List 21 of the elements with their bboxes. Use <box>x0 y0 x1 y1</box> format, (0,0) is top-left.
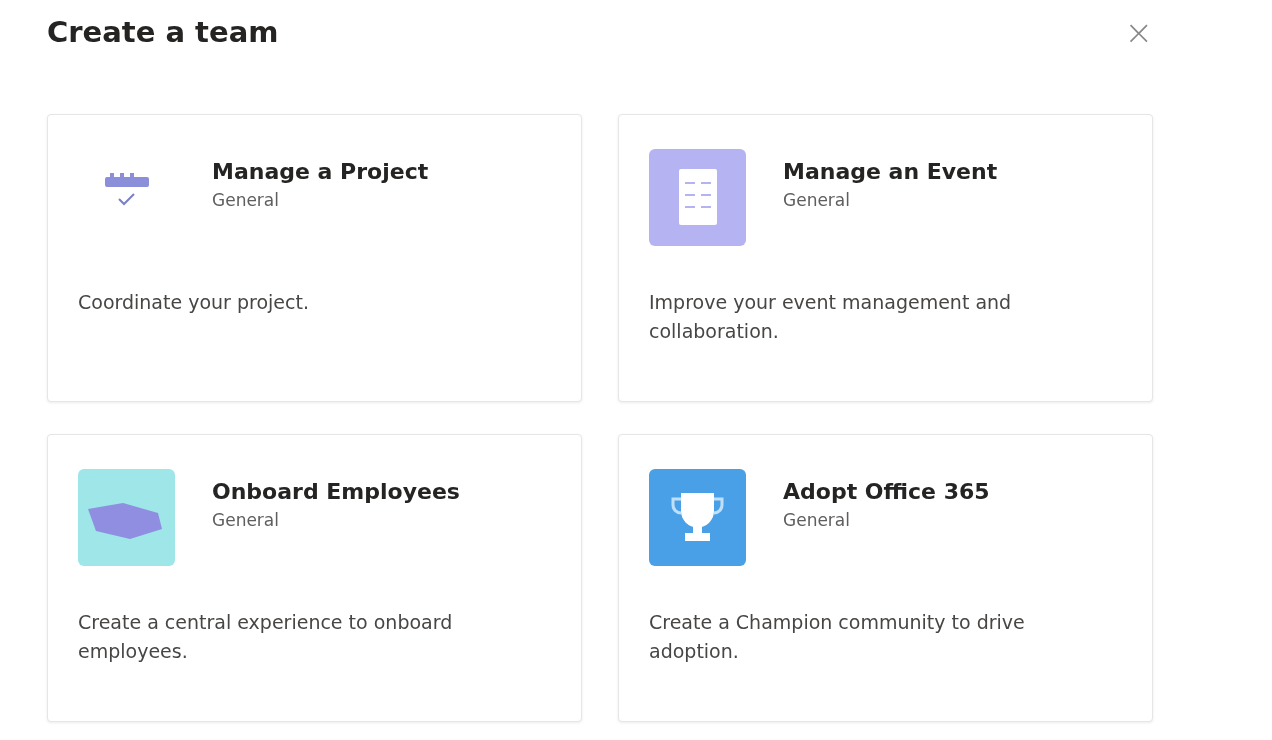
template-category: General <box>783 190 851 210</box>
close-button[interactable]: × <box>1120 15 1157 49</box>
template-description: Coordinate your project. <box>78 290 310 315</box>
task-list-icon <box>104 173 149 206</box>
template-category: General <box>783 510 851 530</box>
trophy-icon <box>649 469 746 566</box>
template-category: General <box>212 510 280 530</box>
template-category: General <box>212 190 280 210</box>
template-title: Manage an Event <box>783 159 998 184</box>
template-card[interactable]: Adopt Office 365 General Create a Champion community to drive adoption. <box>618 434 1153 722</box>
template-title: Adopt Office 365 <box>783 479 990 504</box>
template-description: Create a Champion community to drive adoption. <box>649 610 1026 664</box>
template-title: Manage a Project <box>212 159 429 184</box>
template-description: Create a central experience to onboard employees. <box>78 610 454 664</box>
template-title: Onboard Employees <box>212 479 460 504</box>
template-card[interactable]: Manage an Event General Improve your event management and collaboration. <box>618 114 1153 402</box>
template-card[interactable]: Onboard Employees General Create a central experience to onboard employees. <box>47 434 582 722</box>
dialog-title: Create a team <box>47 15 279 49</box>
template-card[interactable]: Manage a Project General Coordinate your project. <box>47 114 582 402</box>
template-description: Improve your event management and collaboration. <box>649 290 1013 344</box>
document-icon <box>649 149 746 246</box>
